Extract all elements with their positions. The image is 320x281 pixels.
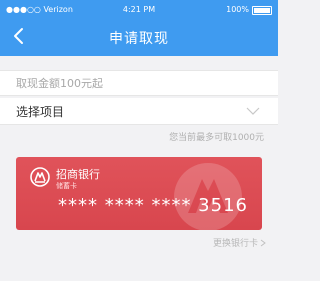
- bank-logo-icon: [30, 167, 50, 187]
- card-number: **** **** **** 3516: [58, 195, 248, 216]
- amount-row: [0, 70, 278, 96]
- battery-icon: [252, 5, 272, 15]
- battery-indicator: 100%: [226, 4, 272, 16]
- change-card-label: 更换银行卡: [212, 239, 258, 249]
- max-amount-hint: 您当前最多可取1000元: [169, 133, 264, 143]
- amount-input[interactable]: [16, 75, 256, 91]
- change-card-link[interactable]: 更换银行卡: [213, 236, 266, 249]
- select-label: 选择项目: [16, 105, 65, 119]
- app-header: ●●●○○ Verizon 4:21 PM 100% 申请取现: [0, 0, 278, 56]
- status-bar: ●●●○○ Verizon 4:21 PM 100%: [0, 4, 278, 16]
- card-type: 储蓄卡: [56, 182, 77, 190]
- nav-bar: 申请取现: [0, 24, 278, 48]
- bank-card[interactable]: 招商银行 储蓄卡 **** **** **** 3516: [16, 157, 262, 230]
- chevron-right-icon: [260, 239, 266, 246]
- page-title: 申请取现: [109, 31, 169, 47]
- bank-name: 招商银行: [56, 168, 100, 181]
- battery-percent: 100%: [226, 5, 249, 14]
- project-select[interactable]: 选择项目: [0, 98, 278, 125]
- chevron-down-icon: [246, 107, 260, 115]
